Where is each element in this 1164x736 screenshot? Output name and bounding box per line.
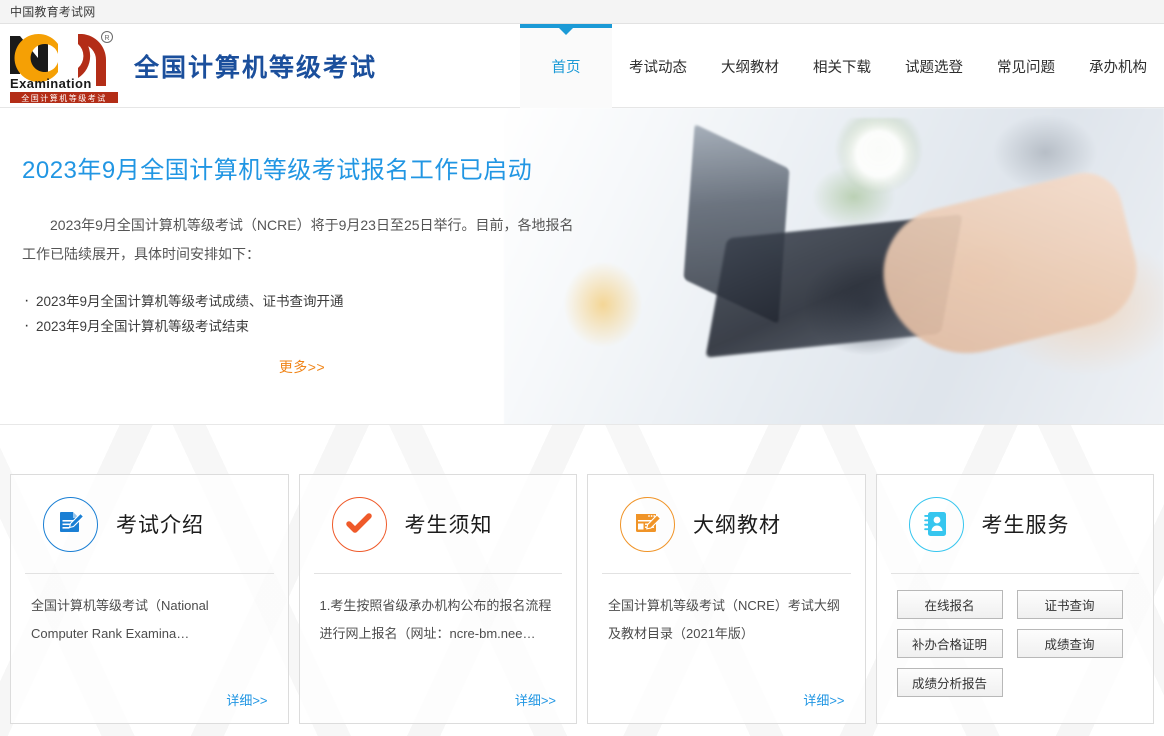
nav-item-label: 常见问题	[997, 59, 1055, 76]
card-title: 考生须知	[404, 514, 493, 537]
check-mark-icon	[331, 496, 387, 552]
card-description: 全国计算机等级考试（National Computer Rank Examina…	[31, 598, 209, 641]
nav-item-home[interactable]: 首页	[520, 24, 612, 108]
svg-text:R: R	[104, 35, 109, 42]
online-registration-button[interactable]: 在线报名	[896, 590, 1003, 619]
nav-item-label: 承办机构	[1089, 59, 1147, 76]
nav-item-downloads[interactable]: 相关下载	[796, 24, 888, 108]
hero-photo-desk-laptop	[504, 108, 1164, 424]
main-navigation: 首页 考试动态 大纲教材 相关下载 试题选登 常见问题 承办机构	[520, 24, 1164, 108]
hero-banner: 2023年9月全国计算机等级考试报名工作已启动 2023年9月全国计算机等级考试…	[0, 108, 1164, 425]
card-body: 全国计算机等级考试（NCRE）考试大纲及教材目录（2021年版） 详细>>	[588, 574, 865, 723]
svg-text:全国计算机等级考试: 全国计算机等级考试	[21, 93, 107, 103]
card-candidate-notice[interactable]: 考生须知 1.考生按照省级承办机构公布的报名流程进行网上报名（网址：ncre-b…	[298, 474, 577, 724]
hero-news-list: 2023年9月全国计算机等级考试成绩、证书查询开通 2023年9月全国计算机等级…	[22, 288, 582, 339]
list-item[interactable]: 2023年9月全国计算机等级考试成绩、证书查询开通	[22, 288, 582, 314]
card-title: 考生服务	[981, 514, 1070, 537]
card-detail-link[interactable]: 详细>>	[515, 690, 556, 709]
card-header: 考试介绍	[25, 475, 274, 574]
card-detail-link[interactable]: 详细>>	[803, 690, 844, 709]
card-body: 在线报名 证书查询 补办合格证明 成绩查询 成绩分析报告	[877, 574, 1154, 723]
card-body: 全国计算机等级考试（National Computer Rank Examina…	[11, 574, 288, 723]
score-analysis-report-button[interactable]: 成绩分析报告	[896, 668, 1003, 697]
nav-item-syllabus-materials[interactable]: 大纲教材	[704, 24, 796, 108]
hero-more-row: 更多>>	[22, 357, 582, 377]
top-bar: 中国教育考试网	[0, 0, 1164, 24]
active-tab-caret-icon	[559, 28, 573, 35]
more-link[interactable]: 更多>>	[279, 359, 325, 375]
potted-plant-shape	[834, 118, 924, 208]
reissue-certificate-button[interactable]: 补办合格证明	[896, 629, 1003, 658]
page-root: 中国教育考试网 R Examination 全国计算机等级考试 全国计算机等级考…	[0, 0, 1164, 736]
hero-text-block: 2023年9月全国计算机等级考试报名工作已启动 2023年9月全国计算机等级考试…	[22, 150, 582, 377]
service-button-grid: 在线报名 证书查询 补办合格证明 成绩查询 成绩分析报告	[891, 574, 1140, 697]
brand-block[interactable]: R Examination 全国计算机等级考试 全国计算机等级考试	[0, 24, 377, 107]
card-header: 大纲教材	[602, 475, 851, 574]
nav-item-exam-news[interactable]: 考试动态	[612, 24, 704, 108]
site-header: R Examination 全国计算机等级考试 全国计算机等级考试 首页 考试动…	[0, 24, 1164, 108]
syllabus-pen-icon	[620, 496, 675, 552]
card-title: 考试介绍	[116, 514, 204, 537]
nav-item-faq[interactable]: 常见问题	[980, 24, 1072, 108]
card-exam-introduction[interactable]: 考试介绍 全国计算机等级考试（National Computer Rank Ex…	[10, 474, 289, 724]
hero-heading[interactable]: 2023年9月全国计算机等级考试报名工作已启动	[22, 150, 582, 185]
nav-item-label: 大纲教材	[721, 59, 779, 76]
svg-text:Examination: Examination	[10, 76, 92, 91]
nav-item-label: 考试动态	[629, 59, 687, 76]
nav-item-sample-questions[interactable]: 试题选登	[888, 24, 980, 108]
card-header: 考生须知	[313, 475, 562, 574]
card-description: 全国计算机等级考试（NCRE）考试大纲及教材目录（2021年版）	[608, 598, 840, 641]
certificate-query-button[interactable]: 证书查询	[1016, 590, 1123, 619]
document-pen-glyph	[59, 512, 84, 532]
list-item[interactable]: 2023年9月全国计算机等级考试结束	[22, 313, 582, 339]
document-pen-icon	[43, 496, 98, 552]
contact-book-glyph	[924, 512, 946, 536]
brand-title: 全国计算机等级考试	[134, 53, 378, 82]
hero-paragraph: 2023年9月全国计算机等级考试（NCRE）将于9月23日至25日举行。目前，各…	[22, 217, 574, 262]
nav-item-label: 相关下载	[813, 59, 871, 76]
nav-item-label: 试题选登	[905, 59, 963, 76]
card-syllabus-materials[interactable]: 大纲教材 全国计算机等级考试（NCRE）考试大纲及教材目录（2021年版） 详细…	[587, 474, 866, 724]
score-query-button[interactable]: 成绩查询	[1016, 629, 1123, 658]
ncre-logo-graphic: R Examination 全国计算机等级考试	[10, 30, 118, 103]
card-description: 1.考生按照省级承办机构公布的报名流程进行网上报名（网址：ncre-bm.nee…	[319, 598, 552, 641]
card-header: 考生服务	[890, 475, 1139, 574]
card-body: 1.考生按照省级承办机构公布的报名流程进行网上报名（网址：ncre-bm.nee…	[300, 574, 577, 723]
ncre-logo[interactable]: R Examination 全国计算机等级考试	[6, 28, 124, 104]
contact-book-icon	[908, 496, 964, 552]
card-candidate-services[interactable]: 考生服务 在线报名 证书查询 补办合格证明 成绩查询 成绩分析报告	[875, 474, 1154, 724]
syllabus-pen-glyph	[635, 514, 661, 532]
card-title: 大纲教材	[693, 514, 781, 537]
nav-item-organizers[interactable]: 承办机构	[1072, 24, 1164, 108]
card-detail-link[interactable]: 详细>>	[226, 690, 267, 709]
site-name-label: 中国教育考试网	[10, 5, 96, 19]
check-mark-glyph	[346, 513, 372, 533]
nav-item-label: 首页	[551, 59, 581, 76]
feature-card-row: 考试介绍 全国计算机等级考试（National Computer Rank Ex…	[0, 425, 1164, 724]
